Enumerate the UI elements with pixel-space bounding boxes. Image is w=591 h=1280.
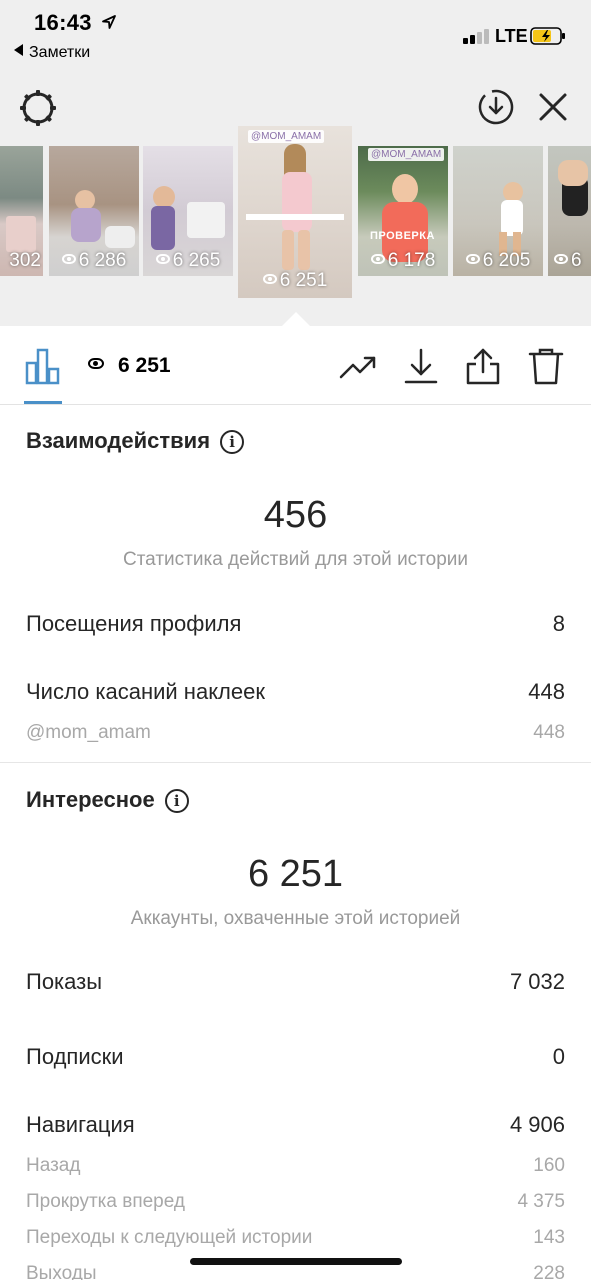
story-thumbnail[interactable]: 6 265 [143, 146, 233, 276]
stat-label: Подписки [26, 1044, 124, 1069]
cellular-signal-icon [463, 28, 491, 44]
stat-label: Выходы [26, 1263, 97, 1280]
thumbnail-views: 6 265 [143, 250, 233, 272]
download-icon[interactable] [401, 346, 441, 386]
stat-label: Число касаний наклеек [26, 679, 265, 704]
thumbnail-views: 6 [548, 250, 591, 272]
status-time: 16:43 [34, 10, 92, 35]
stat-label: Назад [26, 1155, 81, 1176]
stat-subrow-exits: Выходы 228 [26, 1263, 565, 1280]
eye-icon [370, 254, 385, 264]
settings-gear-icon[interactable] [18, 88, 58, 128]
stat-row-impressions: Показы 7 032 [26, 969, 565, 999]
thumbnail-views: 6 178 [358, 250, 448, 272]
story-thumbnail[interactable]: 6 286 [49, 146, 139, 276]
stat-value: 143 [533, 1227, 565, 1248]
interactions-caption: Статистика действий для этой истории [122, 549, 469, 570]
stat-row-profile-visits: Посещения профиля 8 [26, 611, 565, 641]
story-thumbnail-selected[interactable]: @MOM_AMAM 6 251 [238, 126, 352, 298]
trash-icon[interactable] [526, 346, 566, 386]
story-thumbnail[interactable]: 6 [548, 146, 591, 276]
stat-value: 448 [528, 679, 565, 704]
thumbnail-views: 6 286 [49, 250, 139, 272]
network-type: LTE [495, 26, 528, 46]
eye-icon [61, 254, 76, 264]
stat-row-navigation: Навигация 4 906 [26, 1112, 565, 1142]
thumbnail-views: 6 251 [238, 270, 352, 292]
share-icon[interactable] [463, 346, 503, 386]
stat-value: 8 [552, 611, 565, 636]
stat-subrow-mention: @mom_amam 448 [26, 722, 565, 752]
status-bar: 16:43 Заметки LTE [0, 0, 591, 70]
stat-value: 448 [533, 722, 565, 743]
mention-sticker: @MOM_AMAM [248, 130, 325, 143]
eye-icon [554, 254, 568, 264]
back-triangle-icon [14, 44, 23, 56]
eye-icon [88, 358, 104, 369]
stat-subrow-back: Назад 160 [26, 1155, 565, 1185]
stat-value: 228 [533, 1263, 565, 1280]
story-thumbnail[interactable]: 302 [0, 146, 43, 276]
selection-pointer [281, 312, 311, 327]
stat-label: Переходы к следующей истории [26, 1227, 313, 1248]
mention-sticker: @MOM_AMAM [368, 148, 445, 161]
back-to-app-link[interactable]: Заметки [14, 44, 90, 62]
stat-value: 4 375 [517, 1191, 565, 1212]
eye-icon [262, 274, 277, 284]
section-divider [0, 762, 591, 763]
discovery-caption: Аккаунты, охваченные этой историей [130, 908, 461, 929]
eye-icon [465, 254, 480, 264]
story-thumbnail[interactable]: @MOM_AMAM ПРОВЕРКА 6 178 [358, 146, 448, 276]
stat-value: 0 [552, 1044, 565, 1069]
viewers-count[interactable]: 6 251 [88, 354, 171, 378]
interactions-title: Взаимодействия i [26, 428, 245, 454]
stat-value: 4 906 [509, 1112, 565, 1137]
thumbnail-views: 6 205 [453, 250, 543, 272]
stat-label: @mom_amam [26, 722, 151, 743]
trending-icon[interactable] [338, 346, 378, 386]
stat-row-sticker-taps: Число касаний наклеек 448 [26, 679, 565, 709]
close-icon[interactable] [535, 89, 571, 125]
stat-label: Показы [26, 969, 103, 994]
stat-subrow-forward: Прокрутка вперед 4 375 [26, 1191, 565, 1221]
story-thumbnail[interactable]: 6 205 [453, 146, 543, 276]
thumbnail-views: 302 [9, 250, 41, 271]
info-icon[interactable]: i [220, 430, 245, 454]
download-circle-icon[interactable] [477, 88, 515, 126]
story-insights-toolbar: 6 251 [0, 327, 591, 405]
story-overlay-text: ПРОВЕРКА [370, 230, 435, 242]
interactions-total: 456 [263, 494, 328, 536]
eye-icon [155, 254, 170, 264]
stat-label: Прокрутка вперед [26, 1191, 185, 1212]
stat-value: 7 032 [509, 969, 565, 994]
back-app-label: Заметки [29, 44, 91, 61]
home-indicator[interactable] [190, 1258, 402, 1265]
stat-label: Навигация [26, 1112, 135, 1137]
active-tab-indicator [24, 401, 62, 404]
discovery-total: 6 251 [247, 853, 344, 895]
bar-chart-icon[interactable] [24, 347, 62, 385]
stat-value: 160 [533, 1155, 565, 1176]
stat-row-follows: Подписки 0 [26, 1044, 565, 1074]
story-header-area: 16:43 Заметки LTE 302 6 286 6 265 @MOM_A… [0, 0, 591, 327]
stat-subrow-next-story: Переходы к следующей истории 143 [26, 1227, 565, 1257]
battery-charging-icon [530, 27, 565, 45]
stat-label: Посещения профиля [26, 611, 242, 636]
discovery-title: Интересное i [26, 787, 189, 813]
location-arrow-icon [102, 15, 116, 29]
info-icon[interactable]: i [164, 789, 189, 813]
